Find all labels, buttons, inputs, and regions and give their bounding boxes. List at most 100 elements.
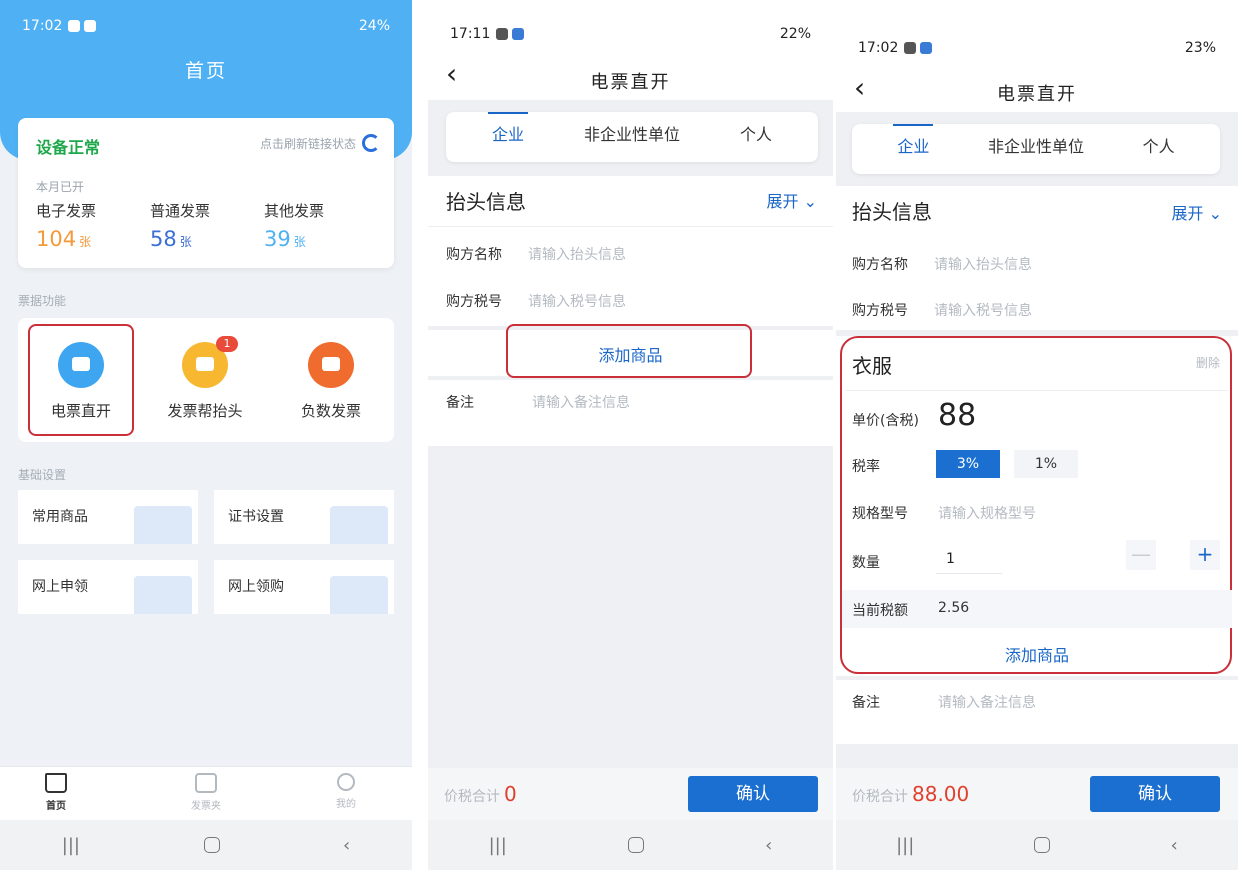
battery-level: 23% [1184,40,1216,56]
page-title: 电票直开 [997,84,1077,105]
status-time: 17:02 [858,40,899,56]
status-bar: 17:02 24% [0,6,412,46]
quantity-plus-button[interactable]: + [1190,540,1220,570]
header-info-panel: 抬头信息 展开 ⌄ 购方名称 请输入抬头信息 购方税号 请输入税号信息 [836,186,1238,330]
total-amount: 价税合计 88.00 [852,782,970,806]
func-invoice-header[interactable]: 1 发票帮抬头 [150,330,260,438]
rate-option-1[interactable]: 1% [1014,450,1078,478]
tab-individual[interactable]: 个人 [694,112,818,162]
tab-invoice-folder[interactable]: 发票夹 [156,773,256,812]
remark-label: 备注 [446,395,474,411]
buyer-tax-label: 购方税号 [446,294,502,310]
refresh-icon [362,134,380,152]
quantity-label: 数量 [852,555,880,571]
bottom-tab-bar: 首页 发票夹 我的 [0,766,412,820]
tab-non-enterprise[interactable]: 非企业性单位 [975,124,1098,174]
spec-input[interactable]: 请输入规格型号 [938,503,1036,523]
wallet-icon [195,773,217,793]
device-status: 设备正常 [36,138,101,157]
store-icon [330,576,388,614]
month-label: 本月已开 [36,180,85,194]
tab-non-enterprise[interactable]: 非企业性单位 [570,112,694,162]
buyer-name-label: 购方名称 [852,257,908,273]
tab-mine[interactable]: 我的 [296,773,396,810]
stat-label: 电子发票 [36,202,97,220]
page-title: 首页 [184,60,227,82]
nav-recent-button[interactable]: ||| [62,835,80,856]
home-screen: 17:02 24% 首页 设备正常 点击刷新链接状态 本月已开 电子发票 104… [0,0,412,870]
nav-back-button[interactable]: ‹ [1171,835,1178,856]
invoice-icon [58,342,104,388]
nav-home-button[interactable] [203,837,220,853]
buyer-name-input[interactable]: 请输入抬头信息 [934,254,1032,274]
stat-value: 58 张 [150,227,192,251]
invoice-screen-empty: 17:11 22% ‹ 电票直开 企业 非企业性单位 个人 抬头信息 展开 ⌄ … [428,0,833,870]
battery-level: 22% [779,26,811,42]
delete-item-button[interactable]: 删除 [1196,354,1220,371]
tab-enterprise[interactable]: 企业 [852,124,975,174]
tab-enterprise[interactable]: 企业 [446,112,570,162]
tab-individual[interactable]: 个人 [1097,124,1220,174]
settings-label: 基础设置 [18,468,67,482]
buyer-name-label: 购方名称 [446,247,502,263]
refresh-link-button[interactable]: 点击刷新链接状态 [260,134,380,152]
system-nav-bar: ||| ‹ [836,820,1238,870]
tab-home[interactable]: 首页 [6,773,106,812]
rate-option-3[interactable]: 3% [936,450,1000,478]
expand-button[interactable]: 展开 ⌄ [766,188,817,212]
tax-amount-row: 当前税额 2.56 [842,590,1232,628]
invoice-screen-item: 17:02 23% ‹ 电票直开 企业 非企业性单位 个人 抬头信息 展开 ⌄ … [836,0,1238,870]
confirm-button[interactable]: 确认 [688,776,818,812]
remark-panel: 备注 请输入备注信息 [836,680,1238,744]
nav-recent-button[interactable]: ||| [896,835,914,856]
buyer-name-input[interactable]: 请输入抬头信息 [528,244,626,264]
unit-price-value[interactable]: 88 [938,398,976,433]
remark-label: 备注 [852,695,880,711]
functions-label: 票据功能 [18,294,67,308]
battery-level: 24% [358,18,390,34]
home-icon [45,773,67,793]
status-bar: 17:11 22% [428,14,833,54]
buyer-type-tabs: 企业 非企业性单位 个人 [852,124,1220,174]
func-direct-invoice[interactable]: 电票直开 [26,330,136,438]
add-goods-button[interactable]: 添加商品 [836,642,1238,666]
refresh-label: 点击刷新链接状态 [259,136,356,151]
chevron-down-icon: ⌄ [803,192,817,211]
stat-label: 普通发票 [150,202,211,220]
item-name: 衣服 [852,354,892,378]
tile-online-purchase[interactable]: 网上领购 [214,560,394,614]
nav-home-button[interactable] [1034,837,1051,853]
buyer-tax-input[interactable]: 请输入税号信息 [528,291,626,311]
add-goods-button[interactable]: 添加商品 [428,342,833,366]
status-time: 17:11 [450,26,491,42]
tax-rate-label: 税率 [852,459,880,475]
tax-amount-label: 当前税额 [852,603,908,619]
tile-certificate[interactable]: 证书设置 [214,490,394,544]
func-label: 负数发票 [300,402,361,420]
nav-back-button[interactable]: ‹ [343,835,350,856]
remark-input[interactable]: 请输入备注信息 [532,392,630,412]
quantity-minus-button[interactable]: — [1126,540,1156,570]
add-goods-panel: 添加商品 [428,324,833,378]
func-label: 电票直开 [50,402,111,420]
nav-home-button[interactable] [627,837,644,853]
spec-label: 规格型号 [852,506,908,522]
goods-item-panel: 衣服 删除 单价(含税) 88 税率 3% 1% 规格型号 请输入规格型号 数量… [836,336,1238,676]
confirm-button[interactable]: 确认 [1090,776,1220,812]
expand-button[interactable]: 展开 ⌄ [1171,200,1222,224]
system-nav-bar: ||| ‹ [428,820,833,870]
buyer-tax-input[interactable]: 请输入税号信息 [934,300,1032,320]
total-value: 0 [504,782,517,806]
stat-value: 39 张 [264,227,306,251]
remark-input[interactable]: 请输入备注信息 [938,692,1036,712]
nav-recent-button[interactable]: ||| [489,835,507,856]
func-negative-invoice[interactable]: 负数发票 [276,330,386,438]
buyer-type-tabs: 企业 非企业性单位 个人 [446,112,818,162]
functions-card: 电票直开 1 发票帮抬头 负数发票 [18,318,394,442]
box-icon [134,506,192,544]
tile-online-apply[interactable]: 网上申领 [18,560,198,614]
tile-common-goods[interactable]: 常用商品 [18,490,198,544]
quantity-input[interactable]: 1 [936,544,1002,574]
nav-back-button[interactable]: ‹ [765,835,772,856]
header-info-panel: 抬头信息 展开 ⌄ 购方名称 请输入抬头信息 购方税号 请输入税号信息 [428,176,833,326]
